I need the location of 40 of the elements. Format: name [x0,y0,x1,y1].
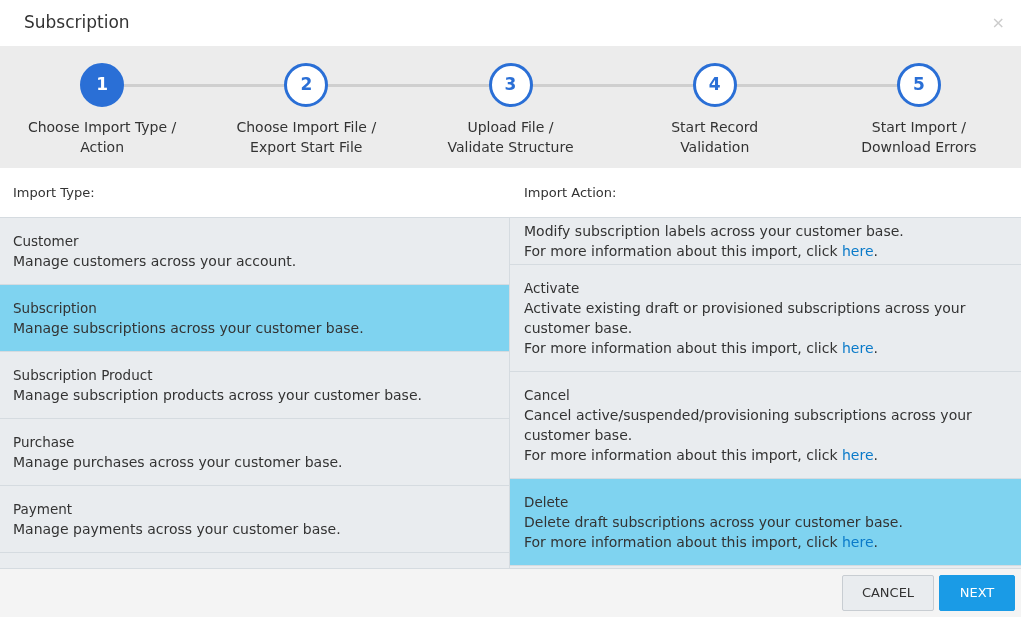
item-title: Cancel [524,386,571,405]
step-label: Start Record Validation [671,118,759,157]
item-description: Cancel active/suspended/provisioning subscriptions across your customer base. [524,406,973,445]
import-type-item[interactable]: Subscription Manage subscriptions across your customer base. [0,285,509,352]
item-description: Manage subscriptions across your customer base. [13,319,365,338]
item-title: Subscription [13,299,98,318]
item-title: Delete [524,493,570,512]
import-action-item[interactable]: Delete Delete draft subscriptions across your customer base. For more information about this import, click here. [510,479,1021,566]
window-title: Subscription [24,11,130,35]
import-type-item[interactable]: Purchase Manage purchases across your customer base. [0,419,509,486]
step-label: Choose Import Type / Action [27,118,177,157]
step-label: Start Import / Download Errors [861,118,977,157]
item-title: Activate [524,279,581,298]
column-header: Import Action: [523,183,618,202]
import-action-item[interactable]: Modify subscription labels across your customer base. For more information about this import, click here. [510,218,1021,265]
here-link[interactable]: here [842,243,874,259]
item-description: Manage customers across your account. [13,252,298,271]
step-label: Choose Import File / Export Start File [236,118,377,157]
item-description: Delete draft subscriptions across your customer base. [524,513,904,532]
more-info-text: For more information about this import, click here. [524,242,879,261]
item-description: Activate existing draft or provisioned subscriptions across your customer base. [524,299,967,338]
item-title: Purchase [13,433,76,452]
here-link[interactable]: here [842,447,874,463]
item-description: Modify subscription labels across your customer base. [524,222,905,241]
item-description: Manage payments across your customer base. [13,520,342,539]
more-info-text: For more information about this import, click here. [524,533,879,552]
cancel-button[interactable]: CANCEL [842,575,934,611]
more-info-text: For more information about this import, click here. [524,339,879,358]
item-description: Manage purchases across your customer base. [13,453,344,472]
more-info-text: For more information about this import, click here. [524,446,879,465]
item-title: Payment [13,500,74,519]
item-description: Manage subscription products across your customer base. [13,386,423,405]
item-title: Customer [13,232,80,251]
import-action-item[interactable]: Activate Activate existing draft or provisioned subscriptions across your customer base. For more information about this import, click here. [510,265,1021,372]
column-header: Import Type: [12,183,96,202]
item-title: Subscription Product [13,366,154,385]
here-link[interactable]: here [842,340,874,356]
step-label: Upload File / Validate Structure [447,118,574,157]
import-type-item[interactable]: Payment Manage payments across your customer base. [0,486,509,553]
import-type-item[interactable]: Subscription Product Manage subscription products across your customer base. [0,352,509,419]
